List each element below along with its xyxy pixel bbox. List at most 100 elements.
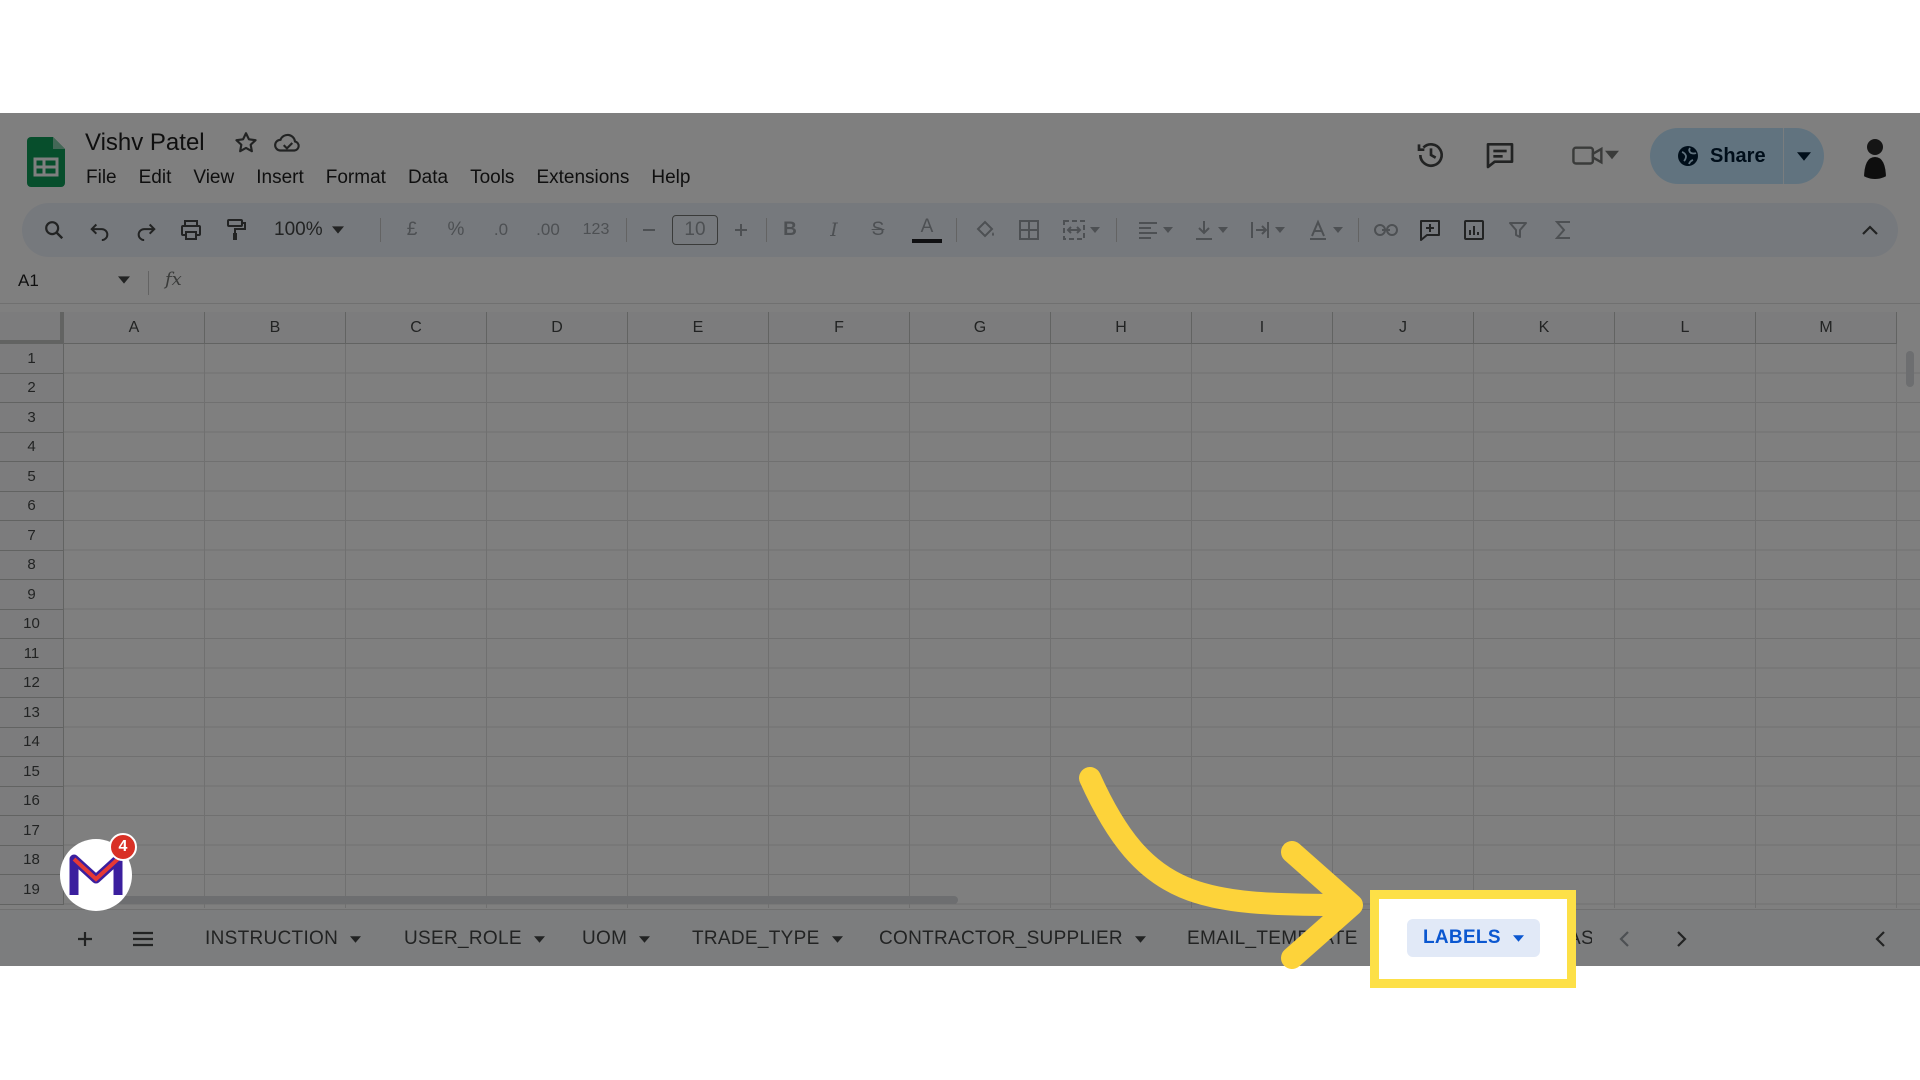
add-sheet-button[interactable]: [76, 920, 94, 958]
insert-link-button[interactable]: [1368, 203, 1404, 257]
menu-edit[interactable]: Edit: [128, 165, 183, 191]
scroll-tabs-left-button[interactable]: [1618, 920, 1630, 958]
share-dropdown-button[interactable]: [1784, 151, 1824, 161]
hide-menus-button[interactable]: [1854, 203, 1886, 257]
row-header[interactable]: 5: [0, 462, 64, 492]
row-header[interactable]: 4: [0, 432, 64, 462]
sheet-tab-uom[interactable]: UOM: [582, 920, 651, 958]
sheet-tab-instruction[interactable]: INSTRUCTION: [205, 920, 362, 958]
menu-help[interactable]: Help: [640, 165, 701, 191]
version-history-icon[interactable]: [1411, 135, 1451, 175]
cell-area[interactable]: [64, 344, 1920, 908]
cloud-status-icon[interactable]: [273, 130, 303, 156]
paint-format-button[interactable]: [218, 203, 254, 257]
search-menus-button[interactable]: [36, 203, 72, 257]
functions-button[interactable]: [1546, 203, 1582, 257]
undo-button[interactable]: [82, 203, 118, 257]
currency-format-button[interactable]: £: [396, 203, 428, 257]
meet-call-button[interactable]: [1560, 135, 1630, 175]
column-header[interactable]: H: [1051, 312, 1192, 344]
row-header[interactable]: 8: [0, 550, 64, 580]
comments-icon[interactable]: [1480, 135, 1520, 175]
increase-decimal-button[interactable]: .00: [528, 203, 568, 257]
extension-widget[interactable]: 4: [58, 833, 138, 913]
increase-font-size-button[interactable]: [726, 203, 756, 257]
vertical-scrollbar[interactable]: [1906, 351, 1914, 387]
scroll-tabs-right-button[interactable]: [1676, 920, 1688, 958]
star-icon[interactable]: [233, 130, 259, 156]
menu-extensions[interactable]: Extensions: [525, 165, 640, 191]
fill-color-button[interactable]: [968, 203, 1002, 257]
print-button[interactable]: [173, 203, 209, 257]
row-header[interactable]: 3: [0, 403, 64, 433]
row-header[interactable]: 10: [0, 609, 64, 639]
create-filter-button[interactable]: [1500, 203, 1536, 257]
column-header[interactable]: D: [487, 312, 628, 344]
vertical-align-button[interactable]: [1188, 203, 1234, 257]
column-header[interactable]: A: [64, 312, 205, 344]
all-sheets-button[interactable]: [132, 920, 154, 958]
row-header[interactable]: 6: [0, 491, 64, 521]
row-header[interactable]: 7: [0, 521, 64, 551]
column-header[interactable]: I: [1192, 312, 1333, 344]
row-header[interactable]: 13: [0, 698, 64, 728]
decrease-font-size-button[interactable]: [634, 203, 664, 257]
text-wrapping-button[interactable]: [1244, 203, 1290, 257]
row-header[interactable]: 15: [0, 757, 64, 787]
column-header[interactable]: K: [1474, 312, 1615, 344]
row-header[interactable]: 16: [0, 786, 64, 816]
decrease-decimal-button[interactable]: .0: [484, 203, 518, 257]
row-header[interactable]: 2: [0, 373, 64, 403]
sheet-tab-user-role[interactable]: USER_ROLE: [404, 920, 545, 958]
bold-button[interactable]: B: [774, 203, 806, 257]
font-size-input[interactable]: 10: [672, 215, 718, 245]
more-formats-button[interactable]: 123: [576, 203, 616, 257]
strikethrough-button[interactable]: S: [862, 203, 894, 257]
insert-chart-button[interactable]: [1456, 203, 1492, 257]
horizontal-scrollbar[interactable]: [100, 896, 958, 904]
text-color-button[interactable]: A: [910, 203, 944, 257]
menu-data[interactable]: Data: [397, 165, 459, 191]
italic-button[interactable]: I: [818, 203, 850, 257]
borders-button[interactable]: [1012, 203, 1046, 257]
sheet-tab-contractor-supplier[interactable]: CONTRACTOR_SUPPLIER: [879, 920, 1146, 958]
avatar[interactable]: [1852, 133, 1898, 179]
side-panel-toggle-button[interactable]: [1874, 920, 1886, 958]
row-header[interactable]: 14: [0, 727, 64, 757]
select-all-corner[interactable]: [0, 312, 64, 344]
column-header[interactable]: C: [346, 312, 487, 344]
sheet-tab-trade-type[interactable]: TRADE_TYPE: [692, 920, 843, 958]
text-rotation-button[interactable]: [1302, 203, 1348, 257]
percent-format-button[interactable]: %: [440, 203, 472, 257]
redo-button[interactable]: [128, 203, 164, 257]
column-header[interactable]: L: [1615, 312, 1756, 344]
row-header[interactable]: 19: [0, 875, 64, 905]
column-header[interactable]: E: [628, 312, 769, 344]
insert-comment-button[interactable]: [1412, 203, 1448, 257]
merge-cells-button[interactable]: [1056, 203, 1106, 257]
menu-tools[interactable]: Tools: [459, 165, 525, 191]
zoom-select[interactable]: 100%: [274, 203, 344, 257]
menu-insert[interactable]: Insert: [245, 165, 315, 191]
row-header[interactable]: 9: [0, 580, 64, 610]
caret-down-icon[interactable]: [118, 276, 130, 284]
sheets-logo-icon[interactable]: [27, 137, 65, 187]
menu-format[interactable]: Format: [315, 165, 397, 191]
horizontal-align-button[interactable]: [1132, 203, 1178, 257]
row-header[interactable]: 12: [0, 668, 64, 698]
column-header[interactable]: F: [769, 312, 910, 344]
column-header[interactable]: M: [1756, 312, 1897, 344]
menu-view[interactable]: View: [182, 165, 245, 191]
row-header[interactable]: 11: [0, 639, 64, 669]
row-header[interactable]: 1: [0, 344, 64, 374]
row-header[interactable]: 18: [0, 845, 64, 875]
document-title[interactable]: Vishv Patel: [85, 129, 205, 157]
share-button[interactable]: Share: [1650, 144, 1767, 168]
column-header[interactable]: J: [1333, 312, 1474, 344]
column-header[interactable]: B: [205, 312, 346, 344]
row-header[interactable]: 17: [0, 816, 64, 846]
sheet-tab-email-template[interactable]: EMAIL_TEMPLATE: [1187, 920, 1381, 958]
column-header[interactable]: G: [910, 312, 1051, 344]
menu-file[interactable]: File: [86, 165, 128, 191]
name-box[interactable]: A1: [18, 271, 39, 291]
